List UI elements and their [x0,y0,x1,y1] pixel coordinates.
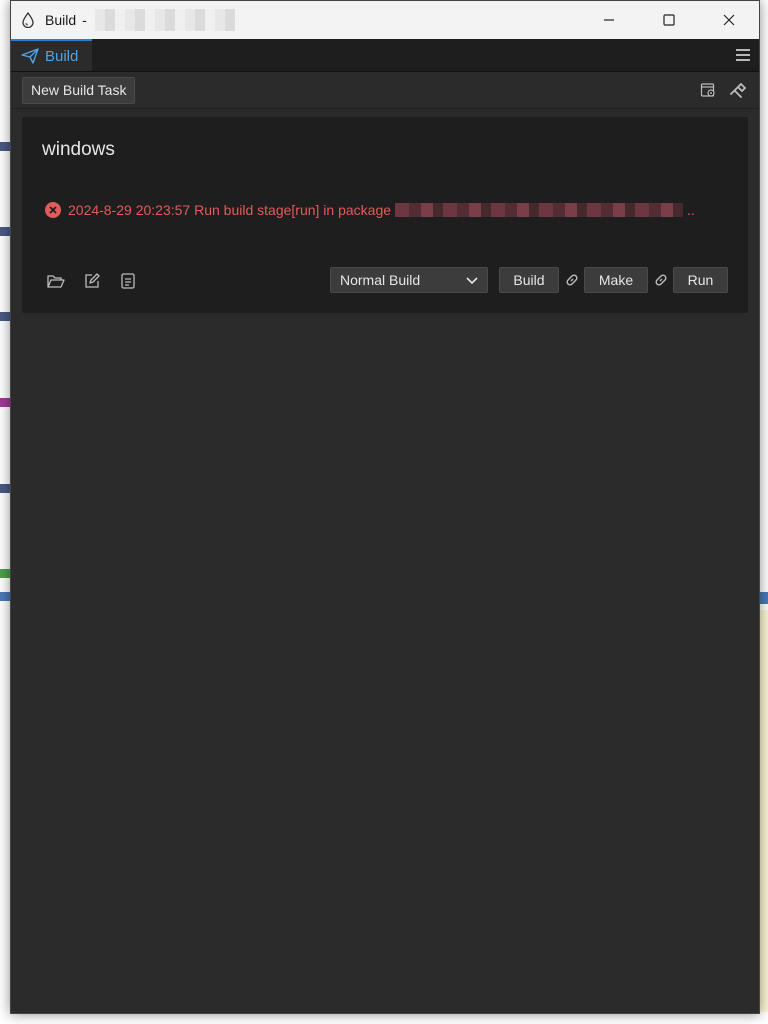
toolbar-right-icons [699,81,747,99]
build-settings-icon [700,83,715,97]
view-log-button[interactable] [118,271,138,291]
background-app-marker [0,484,10,493]
maximize-icon [663,14,675,26]
tool-button[interactable] [729,81,747,99]
window-controls [579,1,759,39]
new-build-task-button[interactable]: New Build Task [22,76,136,104]
background-app-marker [0,142,10,151]
minimize-icon [604,19,614,21]
minimize-button[interactable] [579,1,639,39]
tool-icon [730,82,747,98]
hamburger-menu-icon [736,49,750,61]
edit-icon [85,273,100,288]
title-bar[interactable]: Build - [11,1,759,39]
paper-plane-icon [21,48,39,64]
background-app-marker [0,398,10,407]
tab-build-label: Build [45,47,79,65]
task-platform-title: windows [42,139,115,160]
background-app-marker [0,312,10,321]
window-title: Build [45,12,77,28]
build-mode-select[interactable]: Normal Build [330,267,488,293]
background-app-marker [0,569,10,578]
background-app-marker [0,227,10,236]
edit-button[interactable] [82,271,102,291]
build-button[interactable]: Build [499,267,559,293]
hamburger-menu-button[interactable] [733,45,753,65]
build-log-message: 2024-8-29 20:23:57 Run build stage[run] … [68,202,392,218]
link-icon [566,274,578,286]
run-button[interactable]: Run [673,267,728,293]
build-log-row: 2024-8-29 20:23:57 Run build stage[run] … [44,201,695,219]
app-droplet-icon [21,12,37,28]
maximize-button[interactable] [639,1,699,39]
redacted-package-path [395,203,684,217]
build-log-ellipsis: .. [687,202,695,218]
tab-bar: Build [11,39,759,72]
error-icon [45,202,61,218]
build-task-card: windows 2024-8-29 20:23:57 Run build sta… [22,117,748,313]
window-title-separator: - [82,12,87,28]
task-actions-left [46,271,138,291]
close-button[interactable] [699,1,759,39]
build-toolbar: New Build Task [11,72,759,109]
close-icon [723,14,735,26]
link-icon [655,274,667,286]
open-folder-icon [47,275,65,288]
build-window: Build - Build New Build Task windows 202… [10,0,760,1014]
open-folder-button[interactable] [46,271,66,291]
document-icon [121,273,135,289]
chevron-down-icon [466,277,478,285]
tab-build[interactable]: Build [11,39,93,71]
make-button[interactable]: Make [584,267,648,293]
build-settings-button[interactable] [699,81,717,99]
build-mode-value: Normal Build [340,272,421,288]
redacted-project-name [94,9,235,31]
background-app-marker [0,592,10,601]
